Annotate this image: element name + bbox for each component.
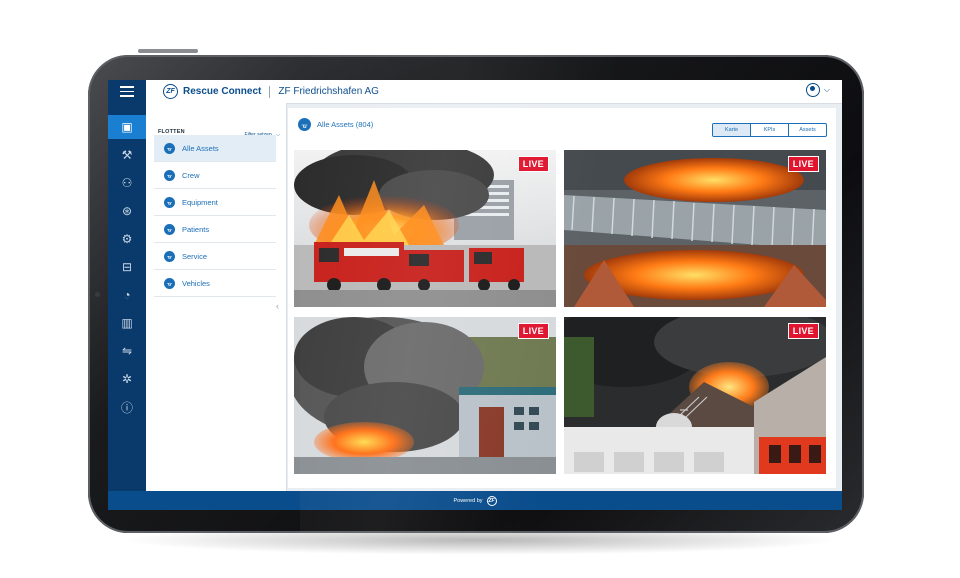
hierarchy-icon: ᚗ [164,223,175,235]
fleet-item-label: Patients [182,224,210,234]
statistics-icon[interactable]: ▥ [108,311,146,335]
fleet-item-label: Service [182,251,208,261]
user-menu[interactable]: ⌵ [805,83,830,97]
chevron-down-icon: ⌵ [276,132,280,138]
tablet-side-button [138,49,198,53]
fleet-item-crew[interactable]: ᚗ Crew [154,162,276,189]
fleet-item-label: Vehicles [182,278,210,288]
view-kpis-button[interactable]: KPIs [751,124,789,136]
collapse-panel-icon[interactable]: ‹ [276,301,279,311]
crew-icon[interactable]: ⚇ [108,171,146,195]
live-video-tile[interactable]: LIVE [294,150,556,307]
fleet-list: ᚗ Alle Assets ᚗ Crew ᚗ Equipment ᚗ Patie… [154,135,276,297]
brand-divider [269,85,271,98]
tools-icon[interactable]: ⚒ [108,143,146,167]
handshake-icon[interactable]: ⇋ [108,339,146,363]
hierarchy-icon: ᚗ [164,169,175,181]
view-assets-button[interactable]: Assets [789,124,826,136]
coin-icon[interactable]: ⊛ [108,199,146,223]
info-icon[interactable]: ⓘ [108,395,146,419]
footer-text: Powered by [453,497,483,504]
tablet-camera [95,292,100,297]
assets-header: ᚗ Alle Assets (804) [298,118,373,131]
footer: Powered by ZF [108,491,842,510]
assets-title: Alle Assets (804) [317,120,374,129]
tablet-screen: ZF Rescue Connect ZF Friedrichshafen AG … [108,80,842,510]
fire-scene-image [564,150,826,307]
zf-logo-icon: ZF [163,84,178,99]
dashboard-icon[interactable]: ▣ [108,115,146,139]
live-badge: LIVE [517,156,549,172]
view-switcher: Karte KPIs Assets [712,123,827,137]
gauge-icon[interactable]: ◔ [108,283,146,307]
fleet-item-label: Crew [182,170,200,180]
hamburger-menu-icon[interactable] [108,80,146,103]
fire-scene-image [294,150,556,307]
fleet-item-label: Alle Assets [182,143,219,153]
app-name: Rescue Connect [183,86,262,97]
fleet-panel: FLOTTEN Filter setzen ⌵ ᚗ Alle Assets ᚗ … [146,103,287,492]
top-bar: ZF Rescue Connect ZF Friedrichshafen AG … [108,80,842,104]
fleet-item-vehicles[interactable]: ᚗ Vehicles [154,270,276,297]
company-name: ZF Friedrichshafen AG [278,86,379,97]
zf-logo-icon: ZF [486,495,497,506]
hierarchy-icon: ᚗ [164,196,175,208]
fleet-item-equipment[interactable]: ᚗ Equipment [154,189,276,216]
live-badge: LIVE [517,323,549,339]
icon-rail: ▣ ⚒ ⚇ ⊛ ⚙ ⊟ ◔ ▥ ⇋ ✲ ⓘ [108,103,146,492]
brand[interactable]: ZF Rescue Connect ZF Friedrichshafen AG [163,83,379,100]
fleet-item-service[interactable]: ᚗ Service [154,243,276,270]
fire-scene-image [294,317,556,474]
fleet-item-label: Equipment [182,197,218,207]
live-video-tile[interactable]: LIVE [564,150,826,307]
user-icon [805,83,820,97]
hierarchy-icon: ᚗ [164,142,175,154]
hierarchy-icon: ᚗ [298,118,311,131]
chevron-down-icon: ⌵ [823,85,830,94]
live-badge: LIVE [787,156,819,172]
asset-search-icon[interactable]: ⚙ [108,227,146,251]
live-video-tile[interactable]: LIVE [294,317,556,474]
assets-main: ᚗ Alle Assets (804) Karte KPIs Assets LI… [288,108,836,488]
fire-scene-image [564,317,826,474]
monitor-icon[interactable]: ⊟ [108,255,146,279]
view-karte-button[interactable]: Karte [713,124,751,136]
settings-icon[interactable]: ✲ [108,367,146,391]
live-video-tile[interactable]: LIVE [564,317,826,474]
live-badge: LIVE [787,323,819,339]
fleet-item-patients[interactable]: ᚗ Patients [154,216,276,243]
fleet-item-alle-assets[interactable]: ᚗ Alle Assets [154,135,276,162]
hierarchy-icon: ᚗ [164,250,175,262]
hierarchy-icon: ᚗ [164,277,175,289]
